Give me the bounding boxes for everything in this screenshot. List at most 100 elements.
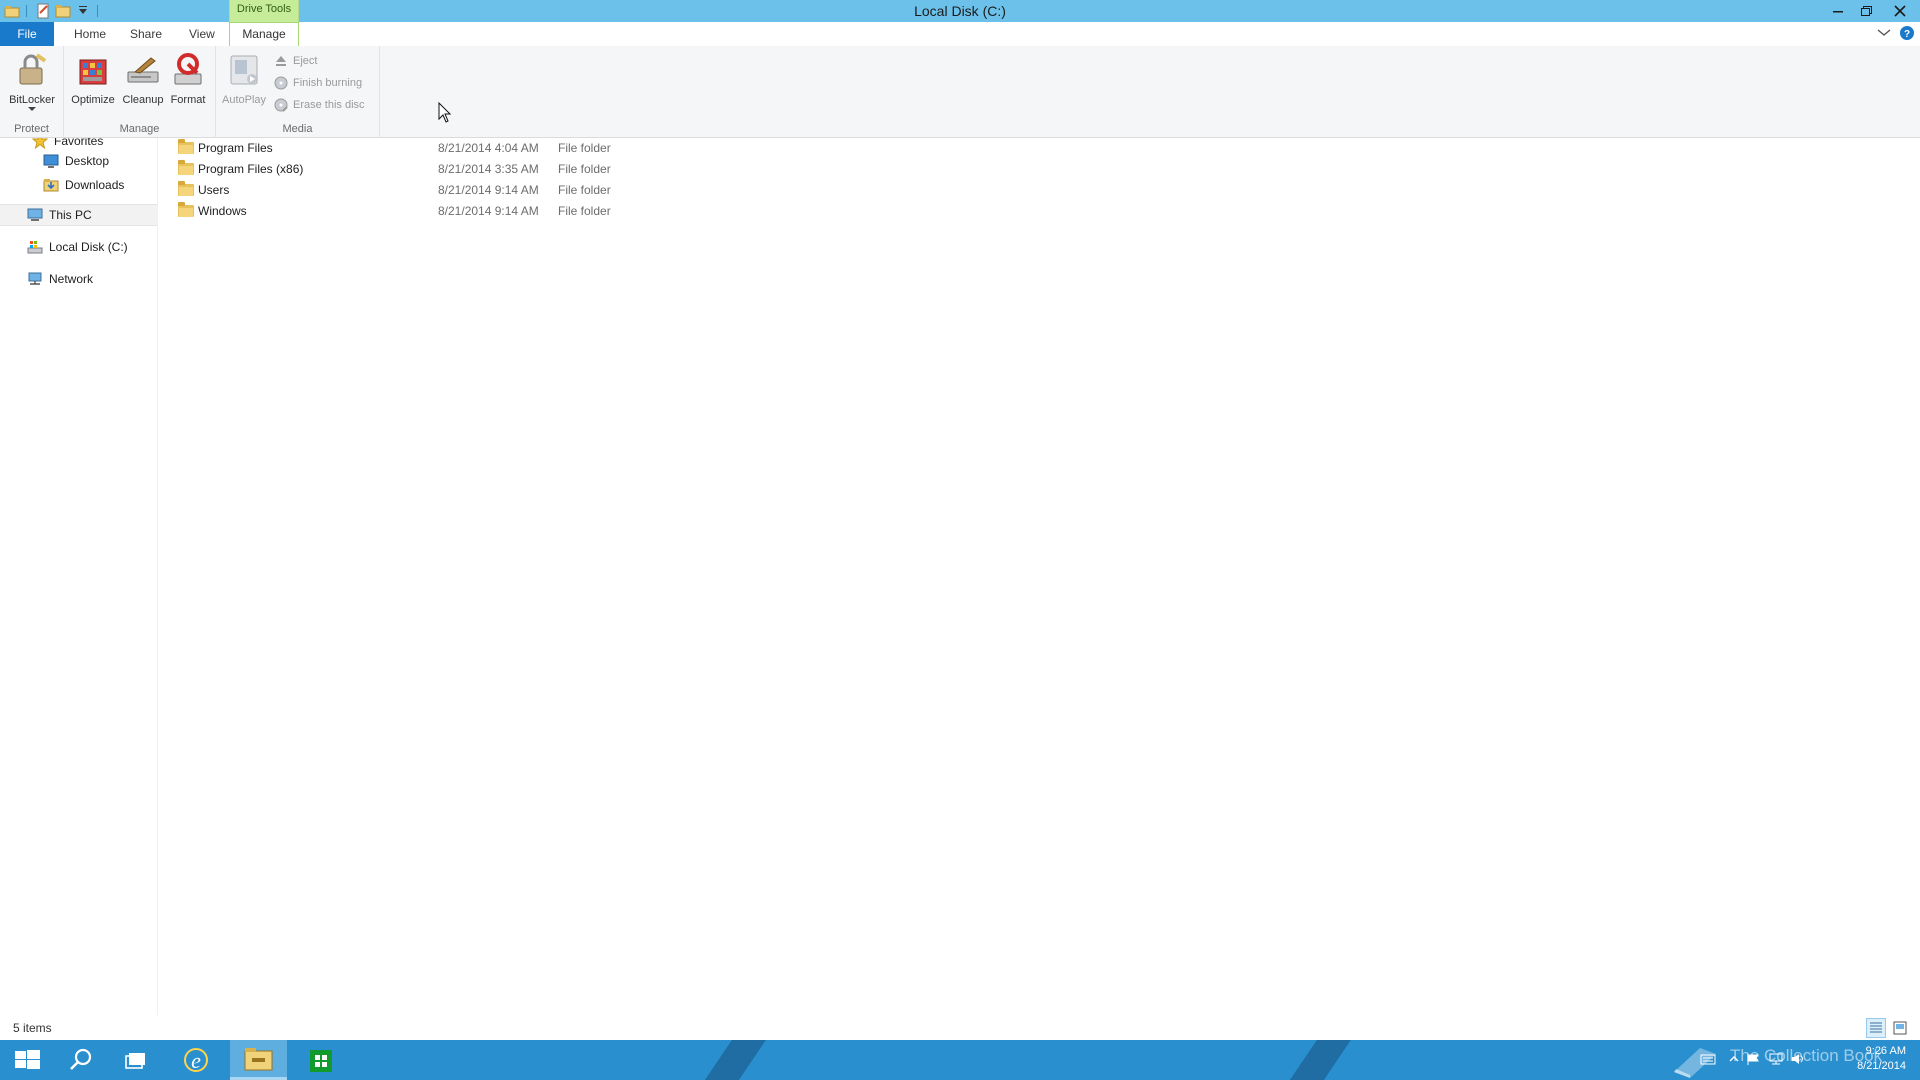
- nav-item-label: Favorites: [54, 138, 104, 148]
- folder-icon: [178, 160, 194, 175]
- help-icon[interactable]: ?: [1900, 26, 1914, 40]
- file-type: File folder: [558, 204, 611, 218]
- tab-view[interactable]: View: [179, 22, 219, 46]
- action-center-flag-icon[interactable]: [1746, 1052, 1762, 1071]
- media-small-buttons: Eject Finish burning Erase this disc: [274, 52, 378, 112]
- finish-burning-icon: [274, 76, 288, 90]
- status-bar: 5 items: [0, 1015, 1920, 1040]
- navigation-pane[interactable]: Favorites Desktop Downloads This PC Loca…: [0, 138, 158, 1015]
- restore-button[interactable]: [1852, 0, 1880, 22]
- file-name: Program Files: [198, 141, 273, 155]
- file-type: File folder: [558, 183, 611, 197]
- file-name: Windows: [198, 204, 247, 218]
- file-row[interactable]: Program Files 8/21/2014 4:04 AM File fol…: [170, 138, 770, 159]
- bitlocker-button[interactable]: BitLocker: [7, 52, 57, 114]
- autoplay-icon: [226, 52, 262, 88]
- finish-burning-button[interactable]: Finish burning: [274, 74, 362, 92]
- desktop-icon: [43, 153, 59, 169]
- erase-disc-label: Erase this disc: [293, 99, 365, 111]
- details-view-button[interactable]: [1866, 1018, 1886, 1038]
- nav-item-label: Desktop: [65, 154, 110, 168]
- minimize-ribbon-icon[interactable]: [1876, 26, 1892, 40]
- search-button[interactable]: [54, 1040, 108, 1080]
- internet-explorer-icon[interactable]: e: [169, 1040, 223, 1080]
- store-icon[interactable]: [294, 1040, 348, 1080]
- show-hidden-icons-icon[interactable]: [1728, 1052, 1740, 1071]
- nav-item-network[interactable]: Network: [0, 268, 157, 290]
- erase-disc-icon: [274, 98, 288, 112]
- tab-home[interactable]: Home: [64, 22, 106, 46]
- cleanup-label: Cleanup: [122, 94, 164, 106]
- ribbon-group-media: AutoPlay Eject Finish burning Erase this…: [216, 46, 380, 138]
- file-row[interactable]: Users 8/21/2014 9:14 AM File folder: [170, 180, 770, 201]
- file-list[interactable]: Program Files 8/21/2014 4:04 AM File fol…: [170, 138, 1910, 1015]
- optimize-icon: [75, 52, 111, 88]
- format-label: Format: [170, 94, 206, 106]
- downloads-folder-icon: [43, 177, 59, 193]
- format-button[interactable]: Format: [163, 52, 213, 114]
- manage-group-label: Manage: [119, 123, 160, 135]
- cleanup-button[interactable]: Cleanup: [118, 52, 168, 114]
- wallpaper-stripe: [1283, 1040, 1351, 1080]
- ribbon-manage: BitLocker Protect Optimize Cleanup Forma…: [0, 46, 1920, 138]
- bitlocker-icon: [14, 52, 50, 88]
- start-button[interactable]: [0, 1040, 54, 1080]
- file-row[interactable]: Windows 8/21/2014 9:14 AM File folder: [170, 201, 770, 222]
- minimize-button[interactable]: [1824, 0, 1852, 22]
- large-icons-view-button[interactable]: [1890, 1018, 1910, 1038]
- media-group-label: Media: [282, 123, 313, 135]
- file-explorer-taskbar-icon[interactable]: [230, 1040, 287, 1080]
- keyboard-icon[interactable]: [1700, 1052, 1716, 1071]
- file-row[interactable]: Program Files (x86) 8/21/2014 3:35 AM Fi…: [170, 159, 770, 180]
- optimize-label: Optimize: [71, 94, 115, 106]
- file-type: File folder: [558, 162, 611, 176]
- folder-icon: [178, 181, 194, 196]
- window-controls: [1824, 0, 1920, 22]
- bitlocker-label: BitLocker: [9, 94, 55, 106]
- taskbar: e The Collection Book 9:26 AM 8/21/2014: [0, 1040, 1920, 1080]
- clock-date: 8/21/2014: [1857, 1060, 1906, 1072]
- drive-tools-label: Drive Tools: [236, 3, 292, 15]
- nav-item-label: Downloads: [65, 178, 125, 192]
- file-type: File folder: [558, 141, 611, 155]
- volume-icon[interactable]: [1790, 1052, 1806, 1071]
- nav-item-downloads[interactable]: Downloads: [0, 174, 157, 196]
- optimize-button[interactable]: Optimize: [68, 52, 118, 114]
- view-switcher: [1866, 1018, 1910, 1038]
- network-icon: [27, 271, 43, 287]
- file-date-modified: 8/21/2014 9:14 AM: [438, 183, 539, 197]
- nav-item-this-pc[interactable]: This PC: [0, 204, 157, 226]
- ribbon-right-controls: ?: [1876, 26, 1914, 40]
- format-icon: [170, 52, 206, 88]
- item-count: 5 items: [13, 1021, 52, 1035]
- file-name: Users: [198, 183, 230, 197]
- folder-icon: [178, 202, 194, 217]
- erase-disc-button[interactable]: Erase this disc: [274, 96, 365, 114]
- autoplay-label: AutoPlay: [221, 94, 267, 106]
- clock[interactable]: 9:26 AM 8/21/2014: [1857, 1044, 1906, 1074]
- tab-file[interactable]: File: [0, 22, 54, 46]
- nav-item-desktop[interactable]: Desktop: [0, 150, 157, 172]
- network-tray-icon[interactable]: [1768, 1052, 1784, 1071]
- mouse-cursor-icon: [438, 101, 452, 124]
- close-button[interactable]: [1880, 0, 1920, 22]
- task-view-button[interactable]: [110, 1040, 164, 1080]
- eject-label: Eject: [293, 55, 318, 67]
- tab-manage[interactable]: Manage: [229, 22, 299, 47]
- nav-item-local-disk[interactable]: Local Disk (C:): [0, 236, 157, 258]
- tab-share[interactable]: Share: [120, 22, 166, 46]
- ribbon-group-manage: Optimize Cleanup Format Manage: [64, 46, 216, 138]
- finish-burning-label: Finish burning: [293, 77, 363, 89]
- system-tray: 9:26 AM 8/21/2014: [1690, 1040, 1920, 1080]
- svg-text:e: e: [191, 1048, 201, 1073]
- file-date-modified: 8/21/2014 9:14 AM: [438, 204, 539, 218]
- svg-text:?: ?: [1904, 29, 1910, 40]
- protect-group-label: Protect: [14, 123, 49, 135]
- clock-time: 9:26 AM: [1865, 1045, 1906, 1057]
- nav-item-label: This PC: [49, 208, 92, 222]
- nav-item-label: Network: [49, 272, 94, 286]
- eject-icon: [274, 54, 288, 68]
- autoplay-button[interactable]: AutoPlay: [219, 52, 269, 114]
- eject-button[interactable]: Eject: [274, 52, 317, 70]
- computer-icon: [27, 207, 43, 223]
